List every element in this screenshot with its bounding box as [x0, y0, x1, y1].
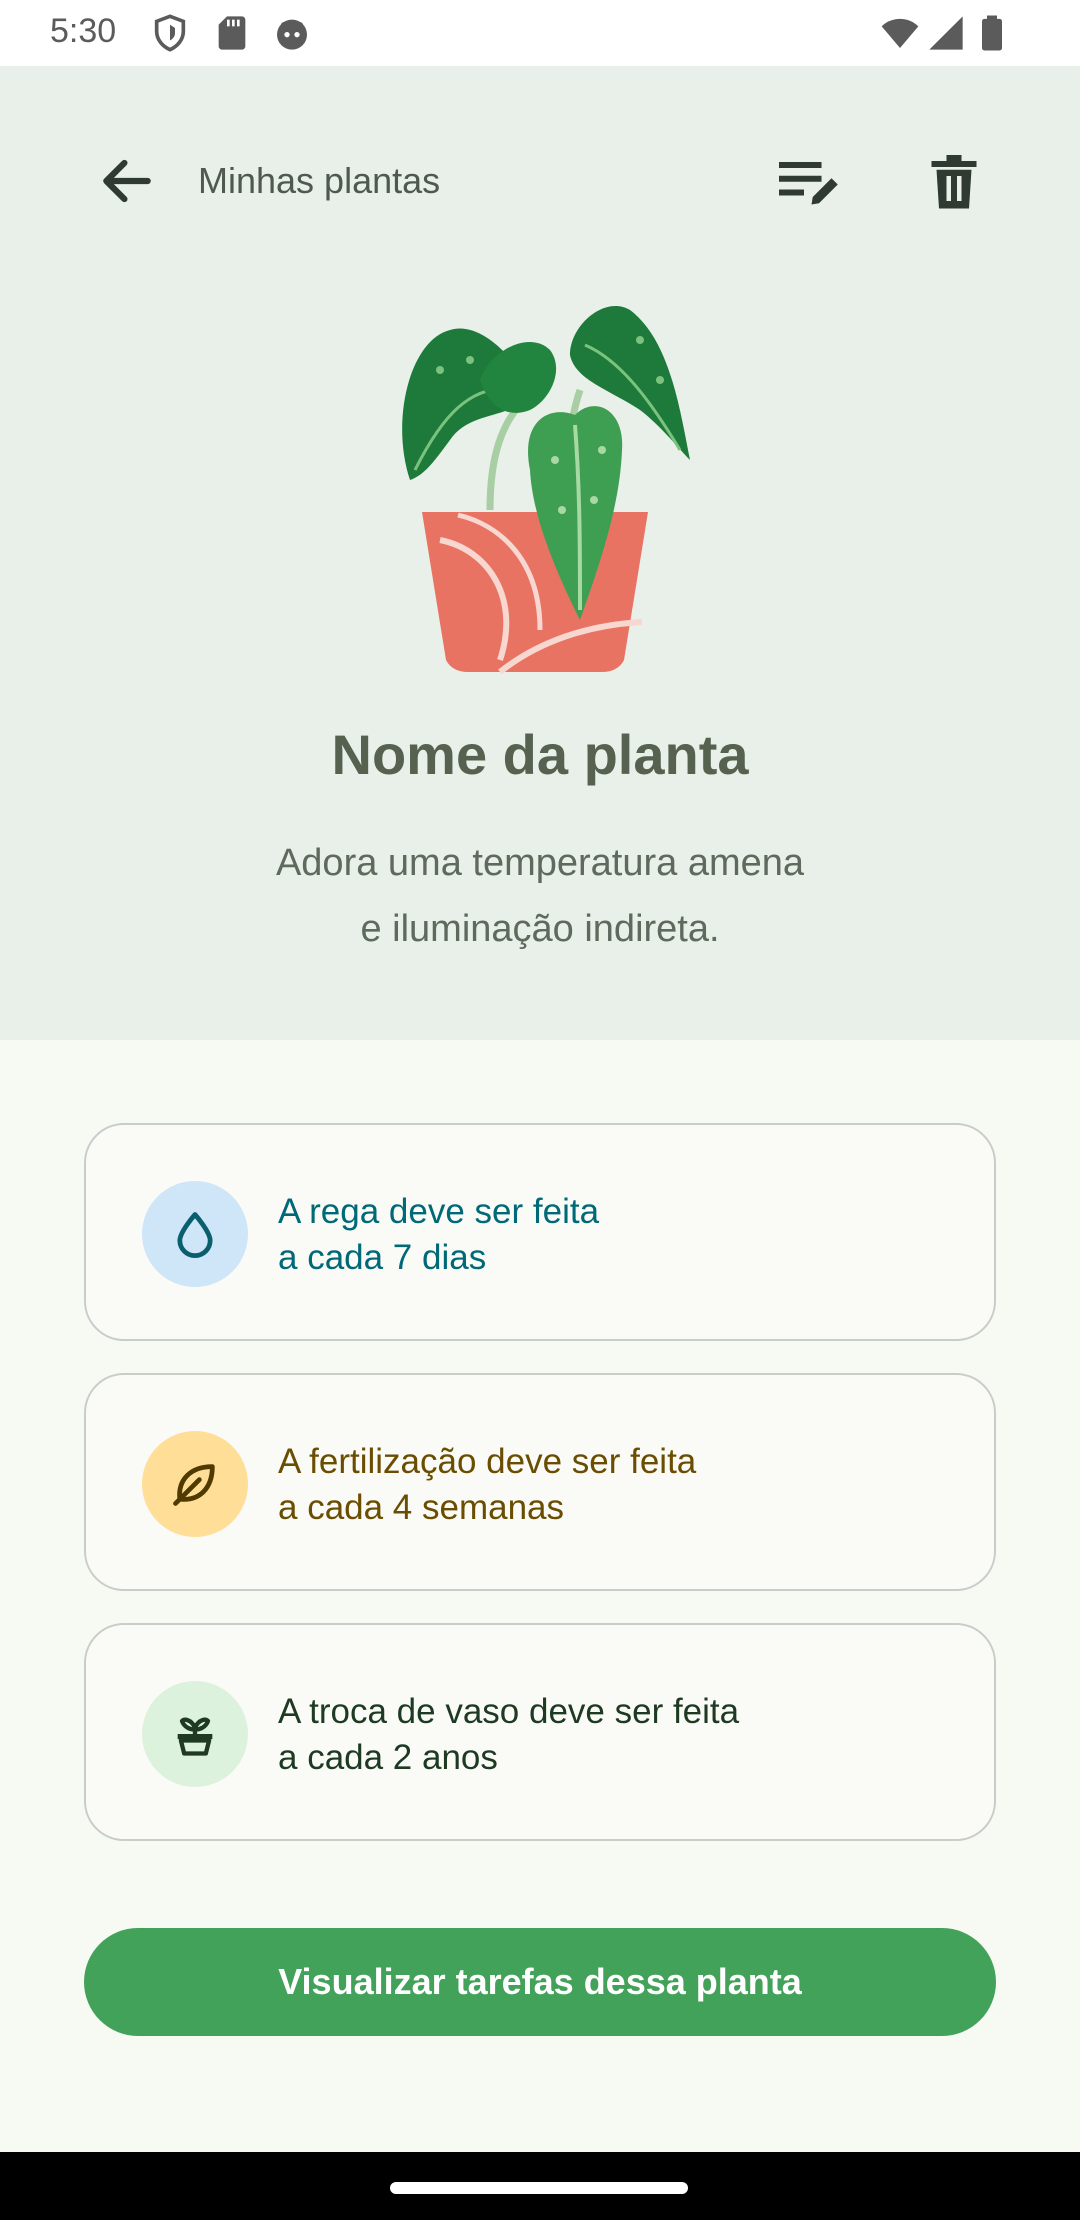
plant-illustration	[402, 306, 690, 675]
plant-description-line: Adora uma temperatura amena	[275, 842, 805, 884]
navigation-bar	[0, 2152, 1080, 2220]
android-face-icon	[277, 19, 307, 50]
water-drop-icon	[177, 1212, 213, 1258]
potted-plant-icon	[177, 1717, 213, 1756]
fertilizing-text: A fertilização deve ser feita a cada 4 s…	[278, 1442, 697, 1527]
view-tasks-button[interactable]: Visualizar tarefas dessa planta	[84, 1928, 996, 2036]
watering-card: A rega deve ser feita a cada 7 dias	[84, 1123, 996, 1341]
plant-description-line: e iluminação indireta.	[360, 908, 720, 950]
status-time: 5:30	[50, 12, 117, 50]
edit-list-icon[interactable]	[776, 152, 842, 212]
signal-icon	[929, 16, 963, 50]
appbar-title: Minhas plantas	[198, 160, 441, 201]
plant-description: Adora uma temperatura amena e iluminação…	[190, 830, 890, 962]
repotting-card: A troca de vaso deve ser feita a cada 2 …	[84, 1623, 996, 1841]
wifi-icon	[881, 18, 919, 48]
potted-plant-icon-badge	[142, 1681, 248, 1787]
leaf-icon	[173, 1464, 215, 1506]
repotting-text: A troca de vaso deve ser feita a cada 2 …	[278, 1692, 740, 1777]
shield-icon	[154, 14, 186, 52]
water-drop-icon-badge	[142, 1181, 248, 1287]
battery-icon	[982, 15, 1002, 51]
status-bar: 5:30	[0, 0, 1080, 66]
delete-icon[interactable]	[924, 150, 984, 212]
leaf-icon-badge	[142, 1431, 248, 1537]
fertilizing-card: A fertilização deve ser feita a cada 4 s…	[84, 1373, 996, 1591]
watering-text: A rega deve ser feita a cada 7 dias	[278, 1192, 600, 1277]
plant-name: Nome da planta	[331, 723, 749, 786]
sd-card-icon	[218, 16, 246, 50]
back-arrow-icon[interactable]	[96, 150, 158, 212]
home-handle[interactable]	[390, 2182, 688, 2194]
